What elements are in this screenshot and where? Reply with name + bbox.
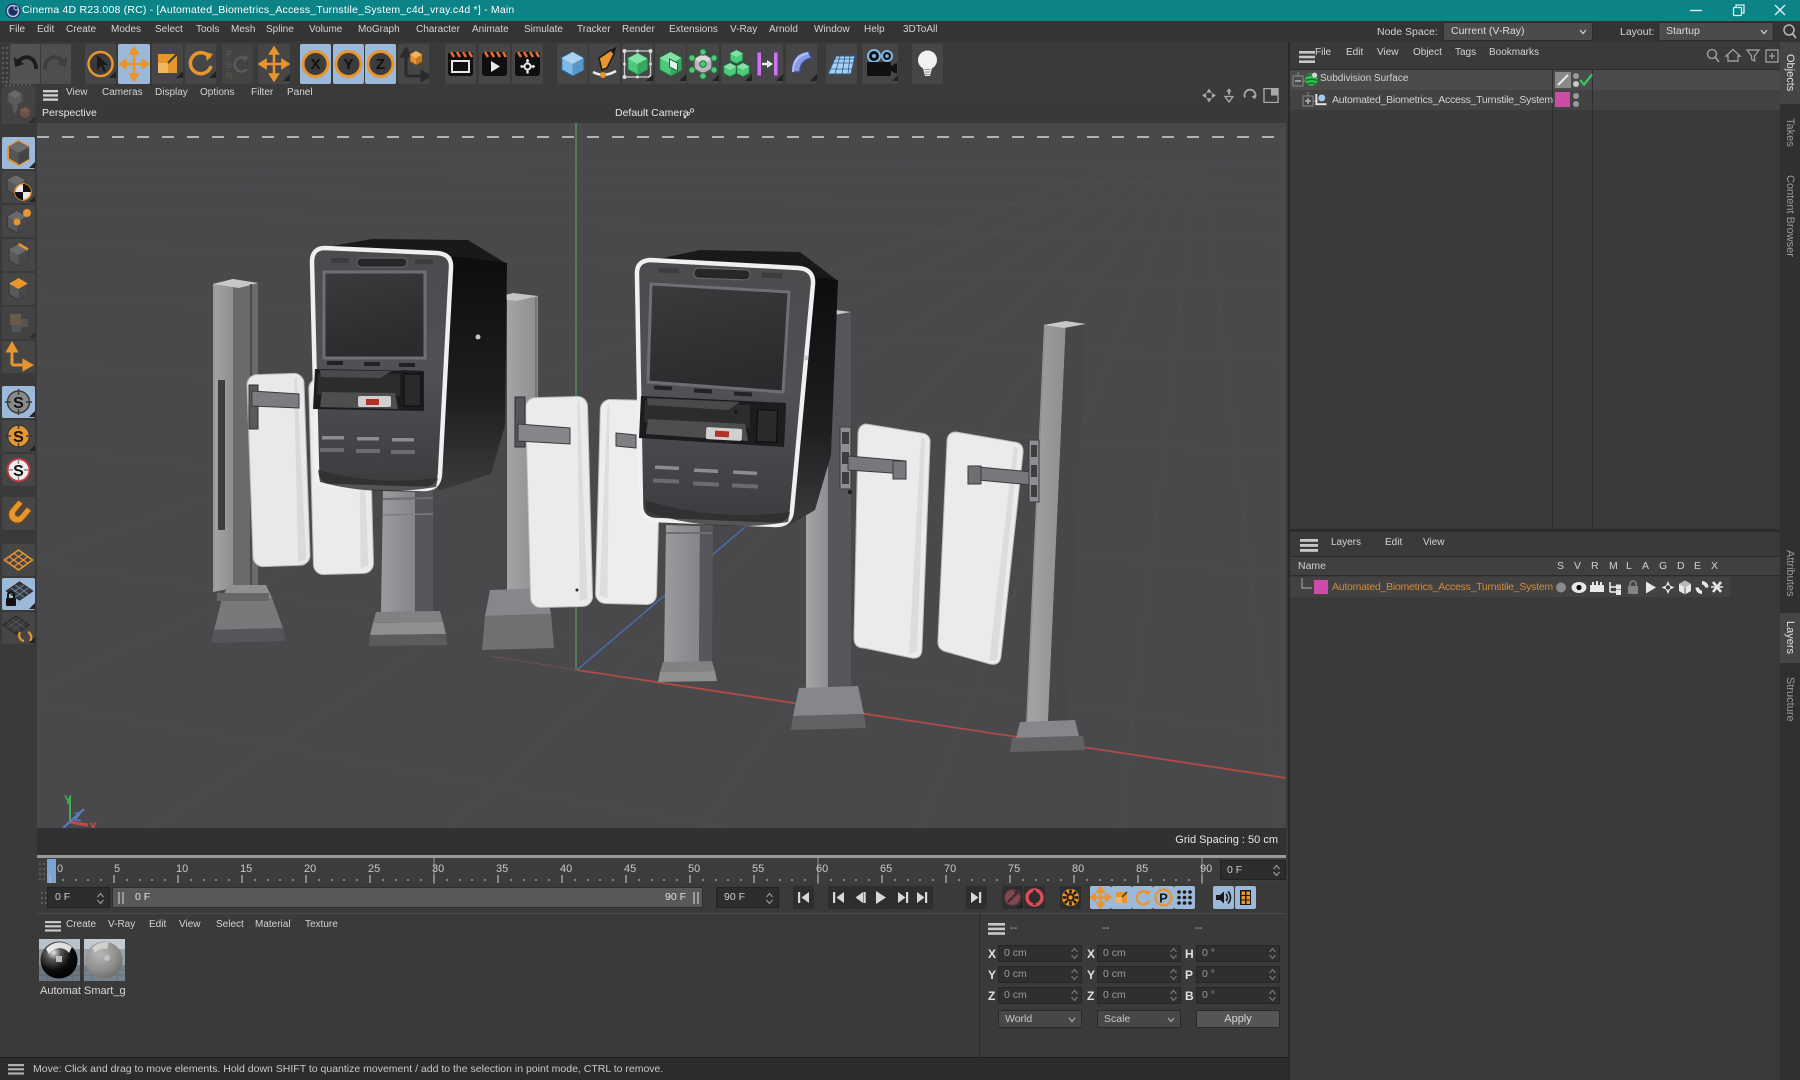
svg-text:Smart_g: Smart_g xyxy=(84,985,126,997)
svg-text:40: 40 xyxy=(560,863,572,875)
svg-text:90: 90 xyxy=(1200,863,1212,875)
svg-text:85: 85 xyxy=(1136,863,1148,875)
svg-text:S: S xyxy=(13,463,24,480)
svg-text:75: 75 xyxy=(1008,863,1020,875)
svg-text:Z: Z xyxy=(376,56,385,73)
svg-text:P: P xyxy=(1159,891,1168,906)
svg-text:S: S xyxy=(226,60,232,70)
svg-text:20: 20 xyxy=(304,863,316,875)
svg-text:Automat: Automat xyxy=(40,985,81,997)
svg-text:30: 30 xyxy=(432,863,444,875)
svg-text:50: 50 xyxy=(688,863,700,875)
svg-text:45: 45 xyxy=(624,863,636,875)
svg-text:R: R xyxy=(226,71,233,81)
svg-text:5: 5 xyxy=(114,863,120,875)
svg-text:Z: Z xyxy=(74,810,81,824)
svg-text:X: X xyxy=(310,56,320,73)
svg-text:S: S xyxy=(13,429,24,446)
svg-text:Y: Y xyxy=(343,56,353,73)
svg-text:S: S xyxy=(13,395,24,412)
svg-text:P: P xyxy=(226,49,232,59)
svg-text:15: 15 xyxy=(240,863,252,875)
svg-text:25: 25 xyxy=(368,863,380,875)
svg-text:70: 70 xyxy=(944,863,956,875)
svg-text:0: 0 xyxy=(57,863,63,875)
svg-text:60: 60 xyxy=(816,863,828,875)
svg-text:10: 10 xyxy=(176,863,188,875)
svg-text:80: 80 xyxy=(1072,863,1084,875)
svg-text:55: 55 xyxy=(752,863,764,875)
svg-text:65: 65 xyxy=(880,863,892,875)
svg-text:35: 35 xyxy=(496,863,508,875)
svg-text:X: X xyxy=(89,820,97,828)
svg-text:Y: Y xyxy=(64,793,72,807)
